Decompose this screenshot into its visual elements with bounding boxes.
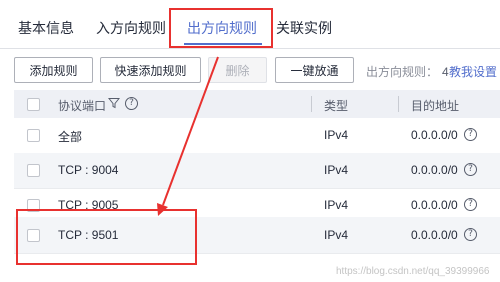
row-checkbox[interactable] [27, 229, 40, 242]
help-icon[interactable]: ? [125, 97, 138, 110]
teach-me-link[interactable]: 教我设置 [449, 63, 497, 80]
quick-add-rule-button[interactable]: 快速添加规则 [100, 57, 201, 83]
table-row: 全部 IPv4 0.0.0.0/0 ? [14, 118, 500, 154]
help-icon[interactable]: ? [464, 163, 477, 176]
row-checkbox[interactable] [27, 199, 40, 212]
row-type: IPv4 [324, 163, 349, 177]
row-destination: 0.0.0.0/0 [411, 128, 458, 142]
column-divider [398, 96, 399, 112]
row-checkbox[interactable] [27, 129, 40, 142]
help-icon[interactable]: ? [464, 198, 477, 211]
rule-count-value: 4 [442, 65, 449, 79]
rule-count: 出方向规则： 4 [366, 63, 449, 80]
table-header: 协议端口 ? 类型 目的地址 [14, 90, 500, 118]
tab-associated-instances[interactable]: 关联实例 [276, 18, 332, 38]
delete-button[interactable]: 删除 [208, 57, 267, 83]
filter-icon[interactable] [108, 97, 120, 109]
tabs-divider [0, 48, 500, 49]
tab-outbound-rules[interactable]: 出方向规则 [187, 18, 257, 38]
row-type: IPv4 [324, 198, 349, 212]
row-port: TCP : 9005 [58, 198, 119, 212]
rule-count-label: 出方向规则： [366, 65, 439, 79]
table-row: TCP : 9004 IPv4 0.0.0.0/0 ? [14, 153, 500, 189]
row-type: IPv4 [324, 228, 349, 242]
allow-all-button[interactable]: 一键放通 [275, 57, 354, 83]
column-divider [311, 96, 312, 112]
select-all-checkbox[interactable] [27, 98, 40, 111]
watermark: https://blog.csdn.net/qq_39399966 [336, 266, 490, 277]
help-icon[interactable]: ? [464, 128, 477, 141]
table-row: TCP : 9501 IPv4 0.0.0.0/0 ? [14, 217, 500, 254]
row-checkbox[interactable] [27, 164, 40, 177]
header-destination: 目的地址 [411, 99, 460, 113]
row-destination: 0.0.0.0/0 [411, 198, 458, 212]
row-port: TCP : 9501 [58, 228, 119, 242]
header-type: 类型 [324, 99, 349, 113]
tab-bar: 基本信息 入方向规则 出方向规则 关联实例 [0, 0, 500, 50]
add-rule-button[interactable]: 添加规则 [14, 57, 93, 83]
row-port: 全部 [58, 130, 83, 144]
row-type: IPv4 [324, 128, 349, 142]
help-icon[interactable]: ? [464, 228, 477, 241]
row-port: TCP : 9004 [58, 163, 119, 177]
row-destination: 0.0.0.0/0 [411, 163, 458, 177]
active-tab-indicator [184, 43, 262, 45]
tab-inbound-rules[interactable]: 入方向规则 [96, 18, 166, 38]
header-port: 协议端口 [58, 99, 107, 113]
row-destination: 0.0.0.0/0 [411, 228, 458, 242]
tab-basic-info[interactable]: 基本信息 [18, 18, 74, 38]
